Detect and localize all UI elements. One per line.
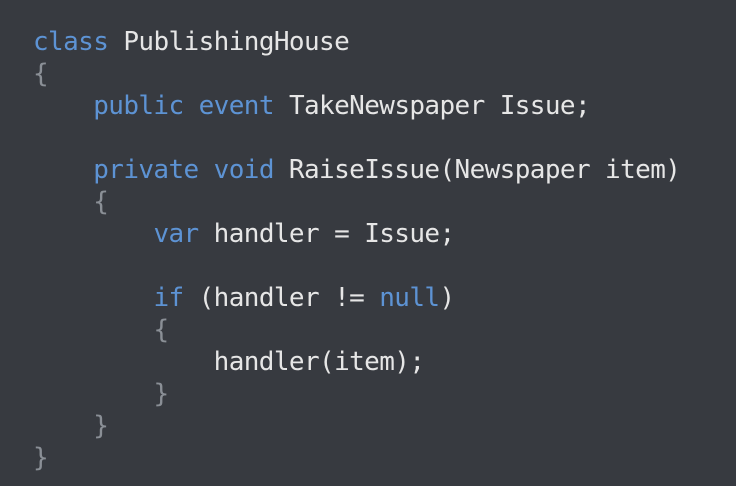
handler-call-text: handler(item);	[213, 347, 425, 377]
keyword-public: public	[93, 91, 184, 121]
code-line-open-brace: {	[33, 58, 49, 90]
code-line-if-close-brace: }	[33, 378, 169, 410]
brace: {	[93, 187, 109, 217]
code-block: class PublishingHouse { public event Tak…	[0, 0, 736, 486]
brace: {	[33, 59, 49, 89]
code-line-method-open-brace: {	[33, 186, 109, 218]
code-line-event-declaration: public event TakeNewspaper Issue;	[33, 90, 590, 122]
code-line-handler-call: handler(item);	[33, 346, 425, 378]
brace: {	[153, 315, 169, 345]
class-name: PublishingHouse	[108, 27, 350, 57]
code-line-if-open-brace: {	[33, 314, 169, 346]
event-declaration-text: TakeNewspaper Issue;	[273, 91, 591, 121]
brace: }	[93, 411, 109, 441]
code-line-method-signature: private void RaiseIssue(Newspaper item)	[33, 154, 681, 186]
brace: }	[153, 379, 169, 409]
method-signature-text: RaiseIssue(Newspaper item)	[273, 155, 681, 185]
keyword-private: private	[93, 155, 199, 185]
keyword-event: event	[198, 91, 275, 121]
condition-text: (handler !=	[183, 283, 380, 313]
keyword-var: var	[153, 219, 199, 249]
code-line-class-close-brace: }	[33, 442, 49, 474]
assignment-text: handler = Issue;	[198, 219, 455, 249]
code-line-class-declaration: class PublishingHouse	[33, 26, 350, 58]
code-line-if-statement: if (handler != null)	[33, 282, 455, 314]
keyword-void: void	[213, 155, 275, 185]
keyword-class: class	[33, 27, 109, 57]
condition-close: )	[439, 283, 455, 313]
code-line-handler-assignment: var handler = Issue;	[33, 218, 455, 250]
keyword-null: null	[379, 283, 440, 313]
code-line-method-close-brace: }	[33, 410, 109, 442]
keyword-if: if	[153, 283, 184, 313]
brace: }	[33, 443, 49, 473]
